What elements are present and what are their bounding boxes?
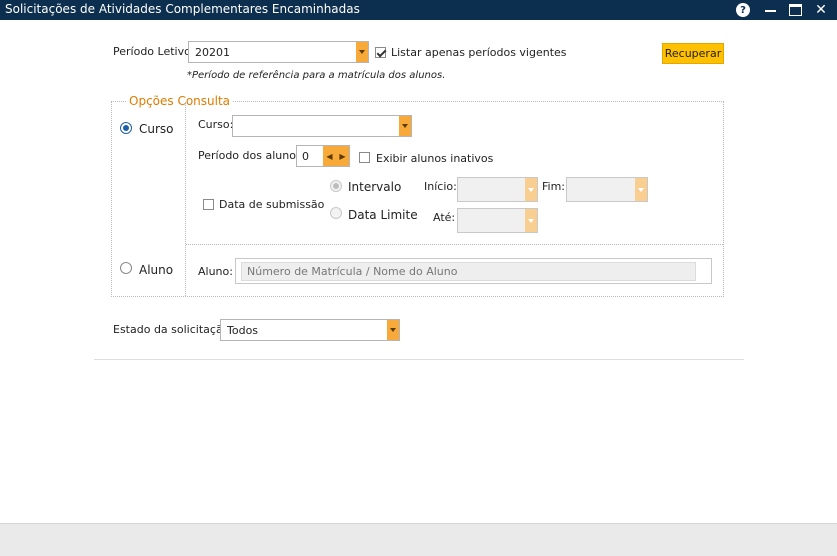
chevron-down-icon[interactable]: [635, 178, 647, 201]
intervalo-radio[interactable]: [330, 180, 342, 192]
curso-select[interactable]: [232, 115, 412, 137]
periodo-alunos-stepper[interactable]: 0 ◀ ▶: [296, 145, 350, 167]
help-icon: ?: [736, 3, 750, 17]
group-divider-vertical: [185, 102, 186, 296]
data-limite-label: Data Limite: [348, 208, 418, 222]
chevron-left-icon[interactable]: ◀: [326, 152, 332, 161]
exibir-inativos-checkbox[interactable]: [359, 152, 370, 163]
listar-vigentes-label: Listar apenas períodos vigentes: [391, 46, 567, 59]
window-titlebar: Solicitações de Atividades Complementare…: [0, 0, 837, 20]
inicio-label: Início:: [424, 180, 457, 193]
listar-vigentes-checkbox[interactable]: [375, 47, 386, 58]
ate-label: Até:: [433, 211, 456, 224]
close-icon: ✕: [815, 2, 827, 18]
curso-label: Curso:: [198, 118, 234, 131]
data-limite-radio[interactable]: [330, 207, 342, 219]
fim-date-select[interactable]: [566, 177, 648, 202]
estado-select[interactable]: Todos: [220, 319, 400, 341]
chevron-down-icon[interactable]: [525, 178, 537, 201]
chevron-down-icon[interactable]: [387, 320, 399, 340]
intervalo-label: Intervalo: [348, 180, 402, 194]
content-divider: [94, 359, 744, 360]
data-submissao-label: Data de submissão: [219, 198, 325, 211]
aluno-label: Aluno:: [198, 265, 233, 278]
minimize-button[interactable]: [762, 2, 778, 18]
close-button[interactable]: ✕: [813, 2, 829, 18]
chevron-down-icon[interactable]: [525, 209, 537, 232]
inicio-date-select[interactable]: [457, 177, 538, 202]
curso-radio[interactable]: [120, 122, 132, 134]
periodo-letivo-value: 20201: [195, 46, 230, 59]
window-title: Solicitações de Atividades Complementare…: [5, 2, 360, 16]
estado-label: Estado da solicitação:: [113, 323, 234, 336]
data-submissao-checkbox[interactable]: [203, 199, 214, 210]
aluno-search-input[interactable]: [241, 262, 696, 281]
help-button[interactable]: ?: [735, 2, 751, 18]
chevron-down-icon[interactable]: [399, 116, 411, 136]
fim-label: Fim:: [542, 180, 566, 193]
periodo-letivo-label: Período Letivo:: [113, 45, 195, 58]
stepper-arrows[interactable]: ◀ ▶: [323, 146, 349, 166]
chevron-right-icon[interactable]: ▶: [339, 152, 345, 161]
curso-radio-label: Curso: [139, 122, 174, 136]
periodo-letivo-select[interactable]: 20201: [188, 41, 369, 63]
aluno-radio-label: Aluno: [139, 263, 174, 277]
maximize-button[interactable]: [787, 2, 803, 18]
ate-date-select[interactable]: [457, 208, 538, 233]
recuperar-button[interactable]: Recuperar: [662, 43, 724, 64]
maximize-icon: [788, 4, 802, 16]
footer-bar: [0, 523, 837, 556]
aluno-radio[interactable]: [120, 262, 132, 274]
periodo-alunos-label: Período dos alunos:: [198, 149, 306, 162]
chevron-down-icon[interactable]: [356, 42, 368, 62]
estado-value: Todos: [227, 324, 259, 337]
minimize-icon: [764, 10, 776, 12]
opcoes-consulta-legend: Opções Consulta: [126, 94, 234, 108]
periodo-alunos-value: 0: [302, 150, 309, 163]
group-divider-horizontal: [186, 244, 723, 245]
aluno-input-frame: [235, 258, 712, 284]
periodo-note: *Período de referência para a matrícula …: [187, 70, 446, 81]
exibir-inativos-label: Exibir alunos inativos: [376, 152, 494, 165]
